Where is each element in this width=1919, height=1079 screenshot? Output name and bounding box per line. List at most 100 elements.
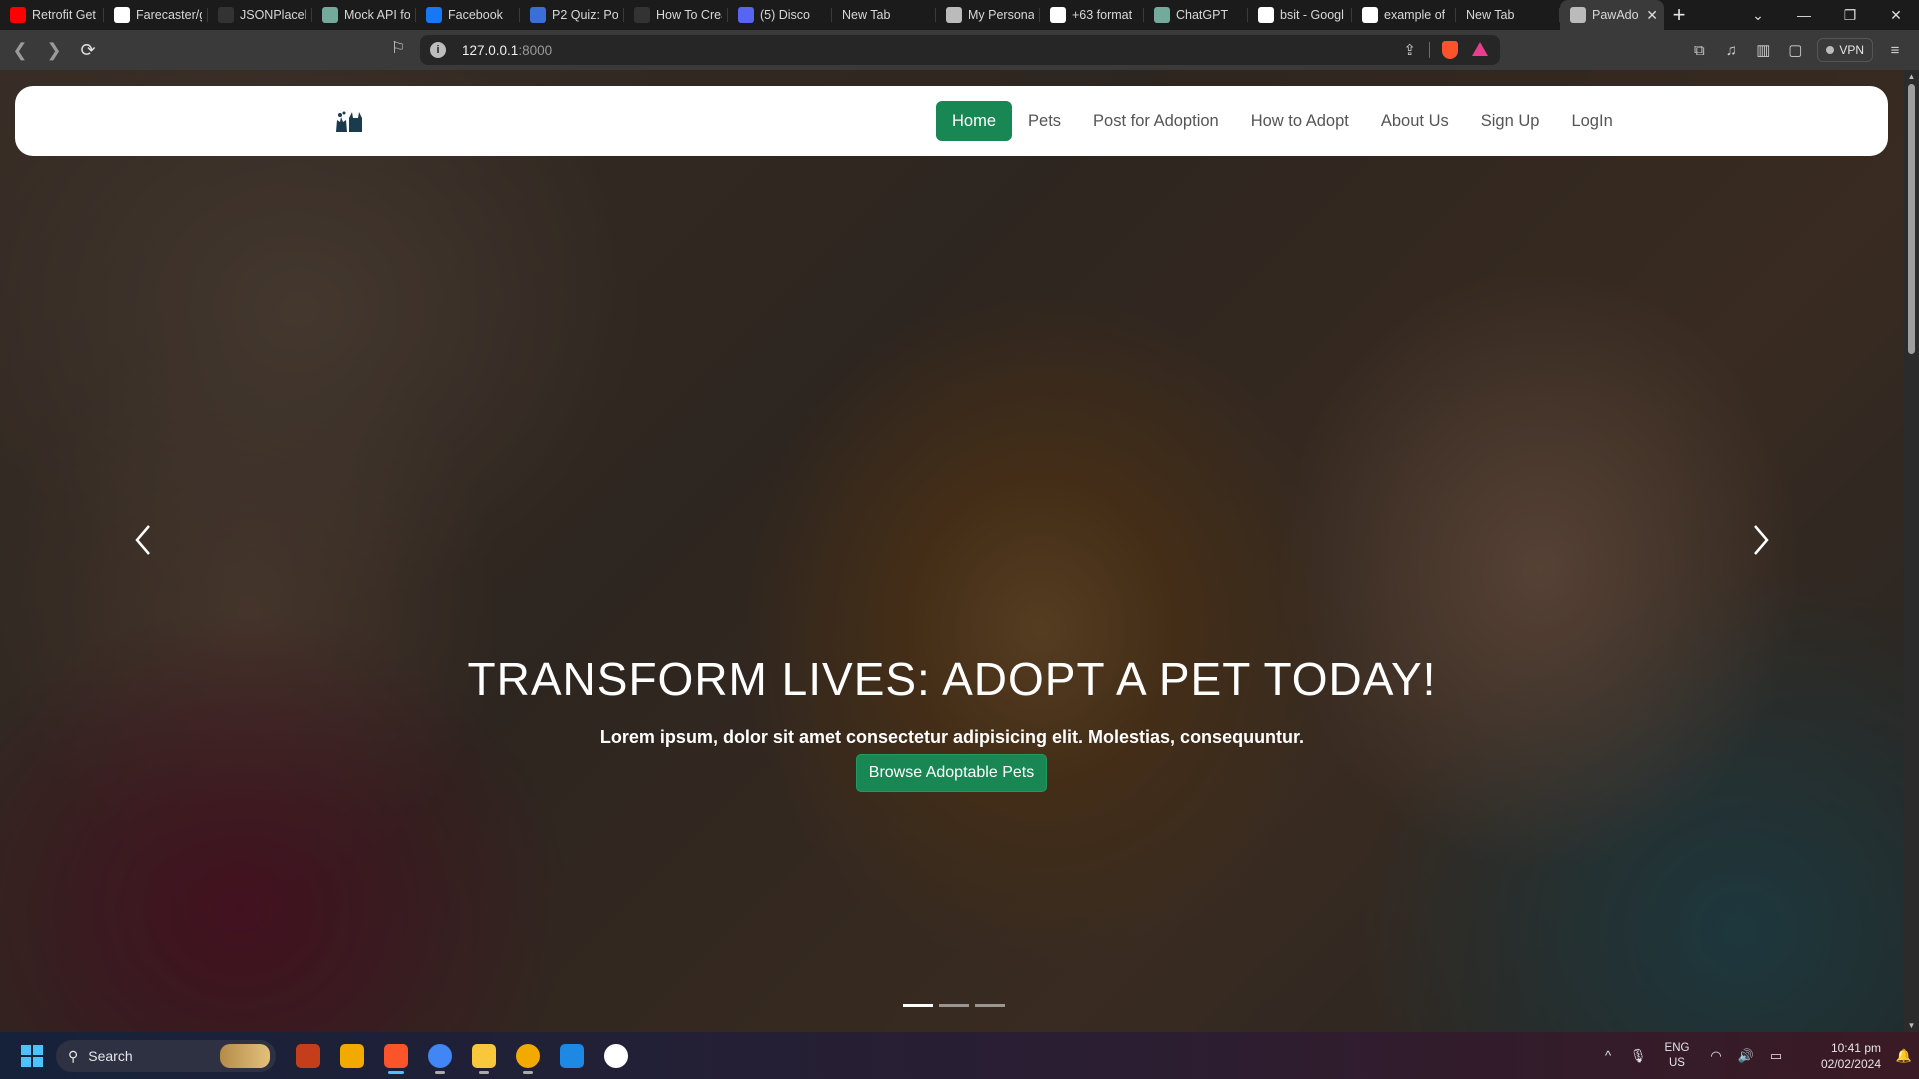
tab-title: example of: [1384, 8, 1446, 22]
office-icon: [296, 1044, 320, 1068]
forward-icon[interactable]: ❯: [40, 36, 68, 64]
nav-link-about-us[interactable]: About Us: [1365, 101, 1465, 141]
browser-tab[interactable]: New Tab: [832, 0, 936, 30]
extensions-icon[interactable]: ⧉: [1683, 42, 1715, 59]
browser-tab[interactable]: How To Crea: [624, 0, 728, 30]
site-info-icon[interactable]: i: [430, 42, 446, 58]
notification-bell-icon[interactable]: 🔔: [1889, 1048, 1919, 1064]
facebook-icon: [426, 7, 442, 23]
page-scrollbar[interactable]: ▲ ▼: [1904, 70, 1919, 1032]
app-store-taskbar-button[interactable]: [594, 1038, 638, 1074]
close-window-icon[interactable]: ✕: [1873, 7, 1919, 24]
minimize-icon[interactable]: —: [1781, 7, 1827, 23]
browser-tab[interactable]: ChatGPT: [1144, 0, 1248, 30]
tab-title: ChatGPT: [1176, 8, 1229, 22]
nav-link-how-to-adopt[interactable]: How to Adopt: [1235, 101, 1365, 141]
clock[interactable]: 10:41 pm 02/02/2024: [1791, 1040, 1881, 1072]
media-icon[interactable]: ♫: [1715, 42, 1747, 59]
battery-icon[interactable]: ▭: [1761, 1048, 1791, 1064]
tab-title: +63 format: [1072, 8, 1133, 22]
browser-tab[interactable]: P2 Quiz: Por: [520, 0, 624, 30]
brave-taskbar-button[interactable]: [374, 1038, 418, 1074]
nav-link-home[interactable]: Home: [936, 101, 1013, 141]
browser-tab[interactable]: Mock API fo: [312, 0, 416, 30]
chrome-canary-taskbar-button[interactable]: [506, 1038, 550, 1074]
tab-title: Mock API fo: [344, 8, 410, 22]
restore-icon[interactable]: ❐: [1827, 7, 1873, 24]
bookmark-icon[interactable]: ⚐: [388, 38, 408, 62]
browser-tab[interactable]: bsit - Googl: [1248, 0, 1352, 30]
paw-logo-icon[interactable]: [334, 108, 364, 134]
office-taskbar-button[interactable]: [286, 1038, 330, 1074]
tab-title: JSONPlaceh: [240, 8, 306, 22]
language-indicator[interactable]: ENG US: [1653, 1041, 1701, 1071]
browse-pets-button[interactable]: Browse Adoptable Pets: [856, 754, 1047, 792]
scroll-down-icon[interactable]: ▼: [1907, 1021, 1916, 1030]
brave-shields-icon[interactable]: [1442, 41, 1458, 59]
browser-tab[interactable]: Retrofit Get: [0, 0, 104, 30]
wifi-icon[interactable]: ◠: [1701, 1048, 1731, 1064]
quiz-icon: [530, 7, 546, 23]
close-tab-icon[interactable]: ✕: [1646, 7, 1658, 24]
new-tab-button[interactable]: +: [1664, 0, 1694, 30]
reload-icon[interactable]: ⟳: [74, 36, 102, 64]
youtube-icon: [10, 7, 26, 23]
volume-icon[interactable]: 🔊: [1731, 1048, 1761, 1064]
url-text[interactable]: 127.0.0.1:8000: [462, 43, 552, 58]
nav-link-pets[interactable]: Pets: [1012, 101, 1077, 141]
carousel-indicator[interactable]: [939, 1004, 969, 1007]
tray-overflow-icon[interactable]: ^: [1593, 1048, 1623, 1063]
address-bar[interactable]: i 127.0.0.1:8000 ⇪: [420, 35, 1500, 65]
hero-subtitle: Lorem ipsum, dolor sit amet consectetur …: [599, 727, 1305, 747]
browser-tab[interactable]: PawAdo ✕: [1560, 0, 1664, 30]
browser-tab[interactable]: example of: [1352, 0, 1456, 30]
vscode-taskbar-button[interactable]: [550, 1038, 594, 1074]
vpn-button[interactable]: VPN: [1817, 38, 1873, 62]
carousel-indicator[interactable]: [903, 1004, 933, 1007]
browser-tab[interactable]: New Tab: [1456, 0, 1560, 30]
back-icon[interactable]: ❮: [6, 36, 34, 64]
tab-title: New Tab: [842, 8, 891, 22]
brave-rewards-icon[interactable]: [1472, 42, 1488, 56]
tab-title: My Personal: [968, 8, 1034, 22]
tab-title: bsit - Googl: [1280, 8, 1344, 22]
browser-tab[interactable]: +63 format: [1040, 0, 1144, 30]
tab-search-chevron-icon[interactable]: ⌄: [1735, 7, 1781, 24]
sidebar-icon[interactable]: ▥: [1747, 41, 1779, 59]
browser-toolbar: ❮ ❯ ⟳ ⚐ i 127.0.0.1:8000 ⇪ ⧉ ♫ ▥ ▢ VPN ≡: [0, 30, 1919, 70]
browser-tab[interactable]: Facebook: [416, 0, 520, 30]
chrome-taskbar-button[interactable]: [418, 1038, 462, 1074]
carousel-next-icon[interactable]: [1741, 520, 1781, 560]
file-explorer-icon: [472, 1044, 496, 1068]
nav-link-sign-up[interactable]: Sign Up: [1465, 101, 1556, 141]
tab-title: Retrofit Get: [32, 8, 96, 22]
menu-icon[interactable]: ≡: [1879, 42, 1911, 59]
windows-start-icon[interactable]: [21, 1045, 43, 1067]
carousel-indicator[interactable]: [975, 1004, 1005, 1007]
microphone-icon[interactable]: 🎙: [1623, 1048, 1653, 1064]
taskbar-search[interactable]: ⚲ Search: [56, 1040, 276, 1072]
system-tray: ^ 🎙 ENG US ◠ 🔊 ▭ 10:41 pm 02/02/2024 🔔: [1593, 1032, 1919, 1079]
brave-icon: [384, 1044, 408, 1068]
browser-tab[interactable]: Farecaster/g: [104, 0, 208, 30]
tab-title: New Tab: [1466, 8, 1515, 22]
browser-tab[interactable]: (5) Disco: [728, 0, 832, 30]
share-icon[interactable]: ⇪: [1403, 41, 1416, 59]
nav-link-post-for-adoption[interactable]: Post for Adoption: [1077, 101, 1235, 141]
search-icon: ⚲: [68, 1047, 79, 1064]
browser-tab[interactable]: JSONPlaceh: [208, 0, 312, 30]
carousel-prev-icon[interactable]: [123, 520, 163, 560]
file-explorer-taskbar-button[interactable]: [462, 1038, 506, 1074]
github-icon: [634, 7, 650, 23]
google-icon: [1258, 7, 1274, 23]
carousel-indicators: [900, 1004, 1008, 1007]
google-icon: [1050, 7, 1066, 23]
scrollbar-thumb[interactable]: [1908, 84, 1915, 354]
browser-tab[interactable]: My Personal: [936, 0, 1040, 30]
wallet-icon[interactable]: ▢: [1779, 41, 1811, 59]
vscode-icon: [560, 1044, 584, 1068]
medal-taskbar-button[interactable]: [330, 1038, 374, 1074]
nav-link-login[interactable]: LogIn: [1555, 101, 1628, 141]
scroll-up-icon[interactable]: ▲: [1907, 72, 1916, 81]
vpn-status-icon: [1826, 46, 1835, 54]
